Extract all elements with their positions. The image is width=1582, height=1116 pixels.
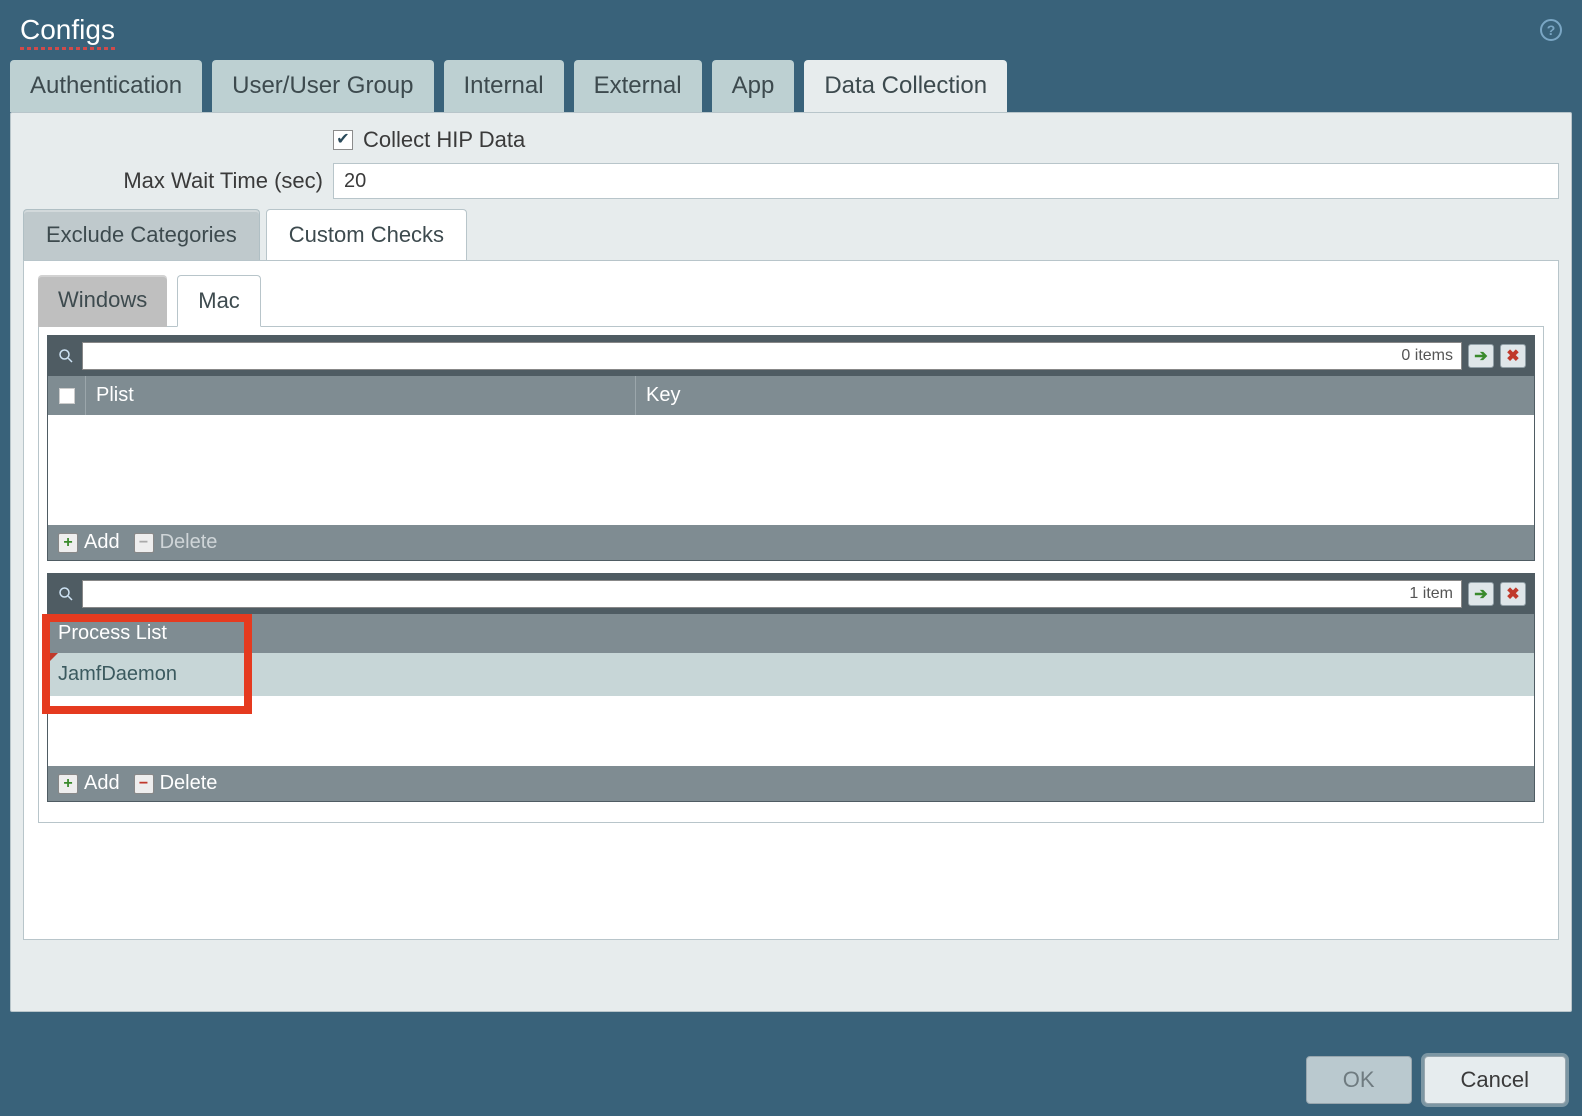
help-icon[interactable]: ? bbox=[1540, 19, 1562, 41]
tab-internal[interactable]: Internal bbox=[444, 60, 564, 112]
plist-add-label: Add bbox=[84, 531, 120, 554]
tab-panel-data-collection: ✔ Collect HIP Data Max Wait Time (sec) E… bbox=[10, 112, 1572, 1012]
plist-delete-label: Delete bbox=[160, 531, 218, 554]
process-add-label: Add bbox=[84, 772, 120, 795]
minus-icon: − bbox=[134, 533, 154, 553]
search-icon bbox=[56, 584, 76, 604]
plist-add-button[interactable]: + Add bbox=[58, 531, 120, 554]
process-add-button[interactable]: + Add bbox=[58, 772, 120, 795]
search-icon bbox=[56, 346, 76, 366]
process-grid: ➔ ✖ Process List JamfDaemon + Add bbox=[47, 573, 1535, 802]
subtab-custom-checks[interactable]: Custom Checks bbox=[266, 209, 467, 260]
ostab-mac[interactable]: Mac bbox=[177, 275, 261, 327]
plist-grid: ➔ ✖ Plist Key + Add − Delete bbox=[47, 335, 1535, 561]
tab-external[interactable]: External bbox=[574, 60, 702, 112]
ostab-windows[interactable]: Windows bbox=[38, 275, 167, 327]
plist-header-checkbox-col bbox=[48, 376, 86, 415]
plus-icon: + bbox=[58, 533, 78, 553]
clear-icon[interactable]: ✖ bbox=[1500, 582, 1526, 606]
process-name-text: JamfDaemon bbox=[58, 663, 177, 685]
clear-icon[interactable]: ✖ bbox=[1500, 344, 1526, 368]
sub-tabbar: Exclude Categories Custom Checks bbox=[23, 209, 1559, 260]
plist-grid-body bbox=[48, 415, 1534, 525]
export-icon[interactable]: ➔ bbox=[1468, 582, 1494, 606]
custom-checks-panel: Windows Mac ➔ ✖ Plist Key bbox=[23, 260, 1559, 940]
process-delete-button[interactable]: − Delete bbox=[134, 772, 218, 795]
plist-header-plist[interactable]: Plist bbox=[86, 376, 636, 415]
maxwait-label: Max Wait Time (sec) bbox=[23, 168, 323, 194]
plist-search-input[interactable] bbox=[82, 342, 1462, 370]
plus-icon: + bbox=[58, 774, 78, 794]
tab-app[interactable]: App bbox=[712, 60, 795, 112]
maxwait-input[interactable] bbox=[333, 163, 1559, 199]
ok-button[interactable]: OK bbox=[1306, 1056, 1412, 1104]
edited-flag-icon bbox=[48, 653, 58, 663]
collect-hip-checkbox[interactable]: ✔ bbox=[333, 130, 353, 150]
plist-select-all-checkbox[interactable] bbox=[59, 388, 75, 404]
plist-header-key[interactable]: Key bbox=[636, 376, 1534, 415]
tab-data-collection[interactable]: Data Collection bbox=[804, 60, 1007, 112]
subtab-exclude-categories[interactable]: Exclude Categories bbox=[23, 209, 260, 260]
os-tabbar: Windows Mac bbox=[38, 275, 1544, 327]
page-title: Configs bbox=[20, 14, 115, 46]
cancel-button[interactable]: Cancel bbox=[1424, 1056, 1566, 1104]
collect-hip-label: Collect HIP Data bbox=[363, 127, 525, 153]
minus-icon: − bbox=[134, 774, 154, 794]
main-tabbar: Authentication User/User Group Internal … bbox=[0, 60, 1582, 112]
tab-authentication[interactable]: Authentication bbox=[10, 60, 202, 112]
mac-checks-panel: ➔ ✖ Plist Key + Add − Delete bbox=[38, 326, 1544, 823]
table-row[interactable]: JamfDaemon bbox=[48, 653, 1534, 696]
process-search-input[interactable] bbox=[82, 580, 1462, 608]
process-delete-label: Delete bbox=[160, 772, 218, 795]
export-icon[interactable]: ➔ bbox=[1468, 344, 1494, 368]
process-header-proclist[interactable]: Process List bbox=[48, 614, 1534, 653]
process-cell-name[interactable]: JamfDaemon bbox=[48, 653, 1534, 696]
dialog-button-bar: OK Cancel bbox=[1306, 1056, 1566, 1104]
plist-delete-button[interactable]: − Delete bbox=[134, 531, 218, 554]
tab-user-group[interactable]: User/User Group bbox=[212, 60, 433, 112]
